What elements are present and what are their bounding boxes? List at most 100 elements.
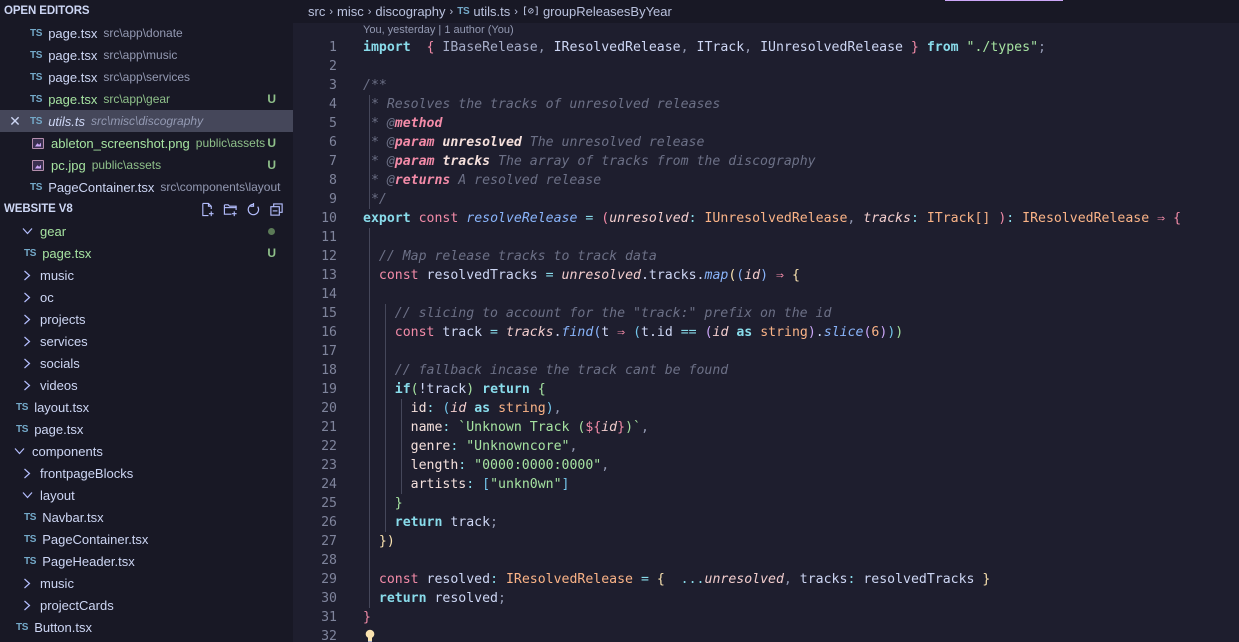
breadcrumb-file[interactable]: utils.ts bbox=[473, 4, 510, 19]
line-number: 30 bbox=[321, 591, 337, 606]
line-number: 9 bbox=[329, 192, 337, 207]
code-line: 31} bbox=[293, 608, 1239, 627]
code-line: 18 // fallback incase the track cant be … bbox=[293, 361, 1239, 380]
tree-file[interactable]: TS Navbar.tsx bbox=[0, 506, 293, 528]
explorer-sidebar: OPEN EDITORS TS page.tsx src\app\donate TS p… bbox=[0, 0, 293, 642]
open-editors-header[interactable]: OPEN EDITORS bbox=[0, 0, 293, 22]
tree-folder[interactable]: frontpageBlocks bbox=[0, 462, 293, 484]
typescript-file-icon: TS bbox=[24, 511, 37, 523]
code-line: 3 /** bbox=[293, 76, 1239, 95]
code-area[interactable]: 1 import { IBaseRelease, IResolvedRelease… bbox=[293, 38, 1239, 642]
open-editor-name: page.tsx bbox=[48, 69, 98, 85]
chevron-right-icon bbox=[20, 292, 34, 303]
tree-file[interactable]: TS page.tsx bbox=[0, 418, 293, 440]
code-line: 10 export const resolveRelease = (unresol… bbox=[293, 209, 1239, 228]
tree-folder[interactable]: socials bbox=[0, 352, 293, 374]
chevron-down-icon bbox=[20, 227, 34, 235]
code-text: const resolvedTracks = unresolved.tracks… bbox=[378, 268, 800, 283]
breadcrumb-item[interactable]: src bbox=[308, 4, 325, 19]
chevron-right-icon bbox=[20, 380, 34, 391]
tree-item-name: PageHeader.tsx bbox=[42, 553, 135, 569]
breadcrumb-item[interactable]: misc bbox=[337, 4, 364, 19]
code-text: name: `Unknown Track (${id})`, bbox=[410, 420, 649, 435]
open-editor-path: src\app\services bbox=[103, 70, 191, 84]
tree-folder[interactable]: projects bbox=[0, 308, 293, 330]
chevron-right-icon bbox=[20, 468, 34, 479]
indent-guide bbox=[385, 342, 386, 361]
tree-folder[interactable]: projectCards bbox=[0, 594, 293, 616]
tree-folder[interactable]: music bbox=[0, 572, 293, 594]
tree-item-name: Navbar.tsx bbox=[42, 509, 104, 525]
tree-folder[interactable]: gear bbox=[0, 220, 293, 242]
typescript-file-icon: TS bbox=[16, 423, 29, 435]
modified-dot-icon bbox=[268, 227, 275, 235]
code-line: 25 } bbox=[293, 494, 1239, 513]
tree-item-name: page.tsx bbox=[42, 245, 92, 261]
code-text: id: (id as string), bbox=[410, 401, 562, 416]
typescript-file-icon: TS bbox=[24, 247, 37, 259]
open-editor-name: page.tsx bbox=[48, 25, 98, 41]
tree-folder[interactable]: music bbox=[0, 264, 293, 286]
open-editor-item[interactable]: pc.jpg public\assets U bbox=[0, 154, 293, 176]
code-line: 14 bbox=[293, 285, 1239, 304]
line-number: 6 bbox=[329, 135, 337, 150]
chevron-down-icon bbox=[12, 447, 26, 455]
tree-folder[interactable]: services bbox=[0, 330, 293, 352]
new-folder-icon[interactable] bbox=[222, 201, 239, 218]
open-editor-item[interactable]: TS PageContainer.tsx src\components\layout bbox=[0, 176, 293, 198]
line-number: 12 bbox=[321, 249, 337, 264]
collapse-all-icon[interactable] bbox=[268, 201, 285, 218]
tree-item-name: Button.tsx bbox=[34, 619, 92, 635]
typescript-file-icon: TS bbox=[24, 555, 37, 567]
code-line: 6 * @param unresolved The unresolved rel… bbox=[293, 133, 1239, 152]
tree-item-name: frontpageBlocks bbox=[40, 465, 134, 481]
lightbulb-icon[interactable] bbox=[365, 629, 375, 642]
code-text: export const resolveRelease = (unresolve… bbox=[363, 211, 1182, 226]
git-status-badge: U bbox=[267, 136, 276, 150]
code-line: 12 // Map release tracks to track data bbox=[293, 247, 1239, 266]
code-line: 8 * @returns A resolved release bbox=[293, 171, 1239, 190]
tree-file[interactable]: TS page.tsx U bbox=[0, 242, 293, 264]
chevron-right-icon bbox=[20, 336, 34, 347]
line-number: 29 bbox=[321, 572, 337, 587]
breadcrumb-item[interactable]: discography bbox=[375, 4, 445, 19]
typescript-file-icon: TS bbox=[16, 401, 29, 413]
open-editor-item[interactable]: ✕ TS utils.ts src\misc\discography bbox=[0, 110, 293, 132]
open-editor-item[interactable]: TS page.tsx src\app\donate bbox=[0, 22, 293, 44]
git-status-badge: U bbox=[267, 158, 276, 172]
typescript-file-icon: TS bbox=[16, 621, 29, 633]
code-line: 22 genre: "Unknowncore", bbox=[293, 437, 1239, 456]
open-editor-item[interactable]: TS page.tsx src\app\services bbox=[0, 66, 293, 88]
code-line: 16 const track = tracks.find(t ⇒ (t.id =… bbox=[293, 323, 1239, 342]
typescript-file-icon: TS bbox=[30, 49, 43, 61]
chevron-right-icon: › bbox=[367, 5, 372, 18]
chevron-right-icon bbox=[20, 600, 34, 611]
breadcrumb-symbol[interactable]: groupReleasesByYear bbox=[543, 4, 672, 19]
line-number: 23 bbox=[321, 458, 337, 473]
line-number: 15 bbox=[321, 306, 337, 321]
open-editor-path: src\components\layout bbox=[160, 180, 281, 194]
code-line: 21 name: `Unknown Track (${id})`, bbox=[293, 418, 1239, 437]
typescript-file-icon: TS bbox=[457, 6, 470, 17]
tree-item-name: layout bbox=[40, 487, 75, 503]
tree-folder[interactable]: oc bbox=[0, 286, 293, 308]
git-blame-codelens[interactable]: You, yesterday | 1 author (You) bbox=[363, 24, 514, 36]
workspace-header[interactable]: WEBSITE V8 bbox=[0, 198, 293, 220]
tree-file[interactable]: TS PageContainer.tsx bbox=[0, 528, 293, 550]
tree-file[interactable]: TS PageHeader.tsx bbox=[0, 550, 293, 572]
tree-folder[interactable]: layout bbox=[0, 484, 293, 506]
code-line: 23 length: "0000:0000:0000", bbox=[293, 456, 1239, 475]
open-editor-name: PageContainer.tsx bbox=[48, 179, 155, 195]
open-editor-item[interactable]: TS page.tsx src\app\gear U bbox=[0, 88, 293, 110]
tree-folder[interactable]: videos bbox=[0, 374, 293, 396]
open-editor-item[interactable]: ableton_screenshot.png public\assets U bbox=[0, 132, 293, 154]
tree-file[interactable]: TS layout.tsx bbox=[0, 396, 293, 418]
tree-folder[interactable]: components bbox=[0, 440, 293, 462]
open-editor-item[interactable]: TS page.tsx src\app\music bbox=[0, 44, 293, 66]
code-line: 13 const resolvedTracks = unresolved.tra… bbox=[293, 266, 1239, 285]
new-file-icon[interactable] bbox=[199, 201, 216, 218]
close-icon[interactable]: ✕ bbox=[8, 113, 22, 130]
tree-item-name: gear bbox=[40, 223, 67, 239]
refresh-icon[interactable] bbox=[245, 201, 262, 218]
tree-file[interactable]: TS Button.tsx bbox=[0, 616, 293, 638]
